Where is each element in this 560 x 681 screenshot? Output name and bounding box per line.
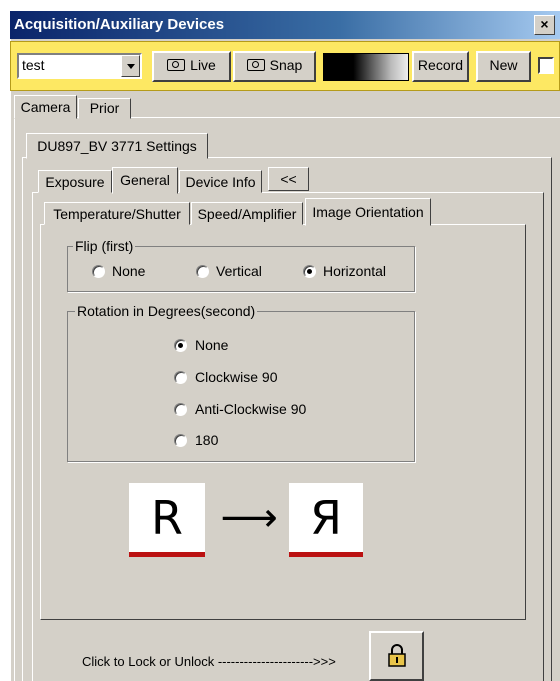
snap-button[interactable]: Snap [233,51,316,82]
collapse-button[interactable]: << [268,167,309,191]
tab-device-info[interactable]: Device Info [179,170,262,193]
new-button[interactable]: New [476,51,531,82]
close-button[interactable]: × [534,15,555,35]
orientation-after-preview: Я [289,483,363,556]
transform-arrow-icon: ⟶ [220,495,278,541]
tab-camera[interactable]: Camera [14,95,77,119]
rotation-legend: Rotation in Degrees(second) [75,303,258,319]
tab-exposure[interactable]: Exposure [38,170,112,193]
flip-legend: Flip (first) [73,238,136,254]
flip-horizontal-radio[interactable] [303,265,316,278]
rotation-acw90-label[interactable]: Anti-Clockwise 90 [195,401,306,417]
lock-instruction-label: Click to Lock or Unlock ----------------… [82,654,336,669]
tab-speed-amplifier[interactable]: Speed/Amplifier [191,202,303,225]
rotation-cw90-radio[interactable] [174,371,187,384]
flip-vertical-label[interactable]: Vertical [216,263,262,279]
rotation-group [67,311,415,462]
tab-temperature-shutter[interactable]: Temperature/Shutter [44,202,190,225]
rotation-180-radio[interactable] [174,434,187,447]
tab-prior[interactable]: Prior [78,98,131,119]
padlock-icon [388,644,406,667]
flip-horizontal-label[interactable]: Horizontal [323,263,386,279]
lock-toggle-button[interactable] [369,631,424,681]
toolbar-checkbox[interactable] [538,57,554,74]
after-baseline-bar [289,552,363,557]
rotation-acw90-radio[interactable] [174,403,187,416]
combo-dropdown-arrow-icon[interactable] [121,55,140,77]
tab-general[interactable]: General [112,167,178,194]
live-button[interactable]: Live [152,51,231,82]
orientation-before-preview: R [129,483,205,556]
camera-icon [246,59,265,71]
flip-vertical-radio[interactable] [196,265,209,278]
rotation-none-radio[interactable] [174,339,187,352]
rotation-cw90-label[interactable]: Clockwise 90 [195,369,277,385]
flip-none-radio[interactable] [92,265,105,278]
before-letter: R [151,491,183,545]
after-letter: Я [310,491,342,545]
tab-image-orientation[interactable]: Image Orientation [305,198,431,226]
live-label: Live [190,57,216,73]
camera-icon [167,59,186,71]
rotation-180-label[interactable]: 180 [195,432,218,448]
snap-label: Snap [269,57,303,73]
rotation-none-label[interactable]: None [195,337,228,353]
window-title: Acquisition/Auxiliary Devices [14,16,225,33]
record-button[interactable]: Record [412,51,469,82]
before-baseline-bar [129,552,205,557]
grayscale-palette[interactable] [323,53,409,81]
tab-device-settings[interactable]: DU897_BV 3771 Settings [26,133,208,159]
flip-none-label[interactable]: None [112,263,145,279]
